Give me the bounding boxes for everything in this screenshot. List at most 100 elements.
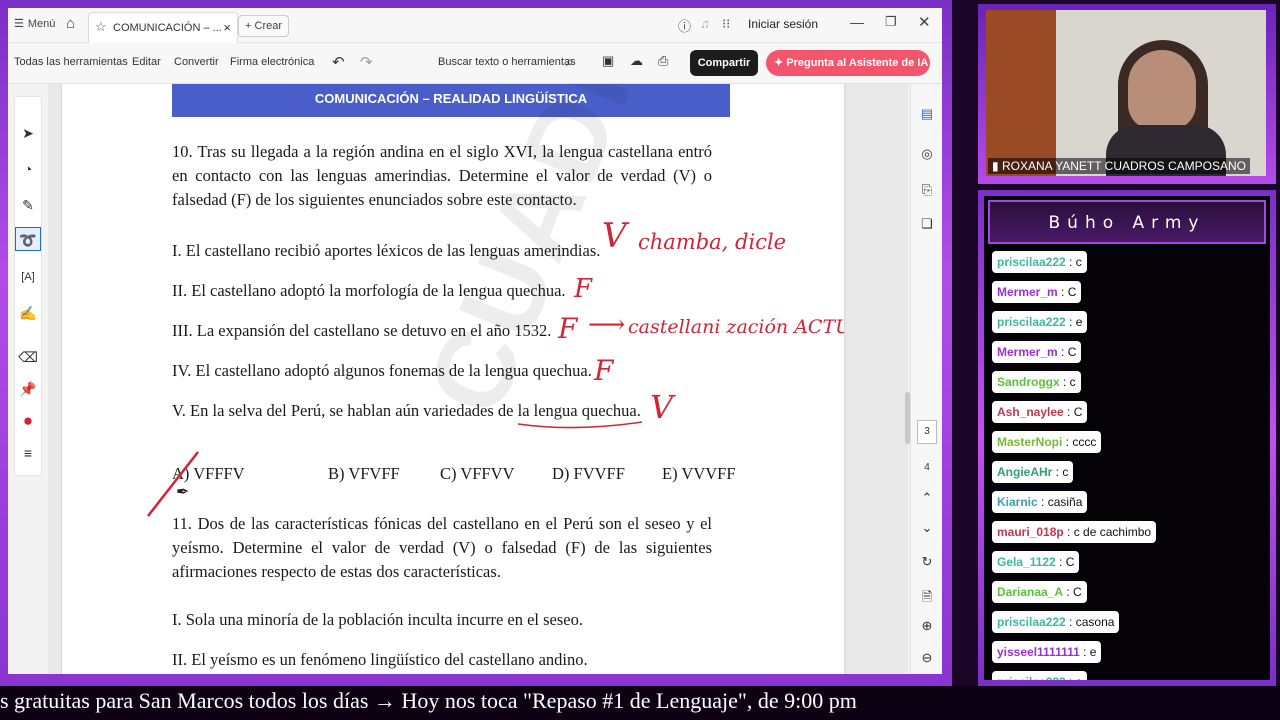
document-tab[interactable]: ☆ COMUNICACIÓN – ... × bbox=[88, 12, 238, 43]
undo-icon[interactable]: ↶ bbox=[332, 53, 345, 71]
convert-link[interactable]: Convertir bbox=[174, 56, 219, 68]
chat-text: : c bbox=[1066, 675, 1082, 680]
option-b: B) VFVFF bbox=[328, 464, 400, 483]
maximize-icon[interactable]: ❐ bbox=[885, 14, 897, 30]
select-cursor-icon[interactable]: ➤ bbox=[15, 121, 41, 145]
pin-icon[interactable]: 📌 bbox=[15, 377, 41, 401]
menu-button[interactable]: ☰ Menú bbox=[14, 17, 55, 31]
q11-statement-1: I. Sola una minoría de la población incu… bbox=[172, 610, 583, 629]
save-icon[interactable]: ▣ bbox=[602, 53, 614, 69]
home-icon[interactable]: ⌂ bbox=[66, 15, 75, 32]
sparkle-icon: ✦ bbox=[774, 57, 784, 69]
chat-message: yisseel1111111 : e bbox=[992, 641, 1102, 663]
chat-username: MasterNopi bbox=[997, 435, 1063, 449]
annotation-mark-1: V bbox=[602, 216, 627, 256]
current-page-box[interactable]: 3 bbox=[917, 420, 937, 444]
document-icon[interactable]: 🗎 bbox=[911, 588, 942, 610]
all-tools-link[interactable]: Todas las herramientas bbox=[14, 56, 128, 68]
bell-icon[interactable]: ♫ bbox=[700, 16, 710, 31]
chat-message: priscilaa222 : e bbox=[992, 311, 1088, 333]
search-field[interactable]: Buscar texto o herramientas bbox=[438, 56, 576, 68]
tools-rail: ➤ ◔ ✎ ➰ [A] ✍ ⌫ 📌 ● ≡ bbox=[14, 96, 42, 476]
webcam-frame: ▮ ROXANA YANETT CUADROS CAMPOSANO bbox=[978, 4, 1276, 184]
share-button[interactable]: Compartir bbox=[690, 50, 758, 76]
text-box-icon[interactable]: [A] bbox=[15, 265, 41, 289]
close-tab-icon[interactable]: × bbox=[223, 20, 231, 35]
chat-text: : C bbox=[1063, 405, 1083, 419]
chat-title: Búho Army bbox=[988, 200, 1266, 244]
chat-username: Mermer_m bbox=[997, 285, 1058, 299]
annotation-mark-2: F bbox=[574, 274, 593, 304]
search-icon[interactable]: ⌕ bbox=[566, 53, 574, 70]
chat-text: : C bbox=[1055, 555, 1075, 569]
close-window-icon[interactable]: ✕ bbox=[918, 13, 931, 31]
chat-username: yisseel1111111 bbox=[997, 645, 1080, 659]
statement-4: IV. El castellano adoptó algunos fonemas… bbox=[172, 361, 592, 380]
chat-username: Sandroggx bbox=[997, 375, 1060, 389]
pages-panel-icon[interactable]: ❏ bbox=[911, 216, 942, 232]
next-page-number[interactable]: 4 bbox=[911, 462, 942, 473]
fill-sign-icon[interactable]: ✍ bbox=[15, 301, 41, 325]
chat-username: mauri_018p bbox=[997, 525, 1064, 539]
create-button[interactable]: + Crear bbox=[238, 15, 290, 37]
comment-icon[interactable]: ◔ bbox=[15, 157, 41, 181]
lasso-icon[interactable]: ➰ bbox=[15, 227, 41, 251]
checkmark-stroke-annotation bbox=[147, 451, 199, 517]
ai-panel-icon[interactable]: ▤ bbox=[911, 106, 942, 122]
eraser-icon[interactable]: ⌫ bbox=[15, 345, 41, 369]
chat-message: priscilaa222 : c bbox=[992, 671, 1087, 680]
print-icon[interactable]: ⎙ bbox=[658, 53, 668, 69]
statement-3: III. La expansión del castellano se detu… bbox=[172, 321, 552, 340]
question-10: 10. Tras su llegada a la región andina e… bbox=[172, 142, 712, 209]
title-bar: ☰ Menú ⌂ ☆ COMUNICACIÓN – ... × + Crear … bbox=[8, 8, 942, 43]
option-d: D) FVVFF bbox=[552, 464, 625, 483]
chat-username: Mermer_m bbox=[997, 345, 1058, 359]
main-toolbar: Todas las herramientas Editar Convertir … bbox=[8, 43, 942, 84]
pdf-page: COMUNICACIÓN – REALIDAD LINGÜÍSTICA CUAD… bbox=[62, 84, 844, 674]
chat-message: mauri_018p : c de cachimbo bbox=[992, 521, 1157, 543]
pen-cursor-icon: ✒ bbox=[176, 484, 190, 501]
arrow-icon: ⟶ bbox=[588, 310, 626, 340]
e-sign-link[interactable]: Firma electrónica bbox=[230, 56, 314, 68]
color-dot-icon[interactable]: ● bbox=[15, 409, 41, 433]
chat-username: Ash_naylee bbox=[997, 405, 1064, 419]
chat-message: AngieAHr : c bbox=[992, 461, 1074, 483]
annotation-mark-5: V bbox=[650, 388, 674, 426]
chat-username: Gela_1122 bbox=[997, 555, 1056, 569]
zoom-out-icon[interactable]: ⊖ bbox=[911, 650, 942, 666]
upload-icon[interactable]: ☁ bbox=[630, 53, 643, 69]
apps-grid-icon[interactable]: ⁝⁝ bbox=[722, 16, 730, 32]
hamburger-icon: ☰ bbox=[14, 18, 24, 30]
pen-icon[interactable]: ✎ bbox=[15, 193, 41, 217]
chat-panel: Búho Army priscilaa222 : c Mermer_m : C pr… bbox=[984, 196, 1270, 680]
more-menu-icon[interactable]: ≡ bbox=[15, 441, 41, 465]
minimize-icon[interactable]: — bbox=[850, 14, 864, 30]
chat-username: Darianaa_A bbox=[997, 585, 1064, 599]
refresh-icon[interactable]: ↻ bbox=[911, 554, 942, 570]
chat-text: : C bbox=[1057, 285, 1077, 299]
comments-panel-icon[interactable]: ◎ bbox=[911, 146, 942, 162]
zoom-in-icon[interactable]: ⊕ bbox=[911, 618, 942, 634]
option-e: E) VVVFF bbox=[662, 464, 736, 483]
document-area: COMUNICACIÓN – REALIDAD LINGÜÍSTICA CUAD… bbox=[48, 84, 908, 674]
redo-icon[interactable]: ↷ bbox=[360, 53, 373, 71]
chat-username: priscilaa222 bbox=[997, 615, 1066, 629]
edit-link[interactable]: Editar bbox=[132, 56, 161, 68]
signal-bars-icon: ▮ bbox=[992, 159, 999, 173]
chat-username: priscilaa222 bbox=[997, 255, 1066, 269]
bookmark-icon[interactable]: ⎘ bbox=[911, 182, 942, 198]
chat-text: : c bbox=[1065, 255, 1082, 269]
signin-link[interactable]: Iniciar sesión bbox=[748, 17, 818, 31]
chat-username: priscilaa222 bbox=[997, 675, 1066, 680]
statement-2: II. El castellano adoptó la morfología d… bbox=[172, 281, 566, 300]
star-icon[interactable]: ☆ bbox=[95, 19, 107, 35]
page-up-icon[interactable]: ⌃ bbox=[911, 490, 942, 506]
page-down-icon[interactable]: ⌄ bbox=[911, 520, 942, 536]
underline-annotation bbox=[517, 421, 643, 429]
chat-text: : C bbox=[1057, 345, 1077, 359]
chat-text: : cccc bbox=[1062, 435, 1097, 449]
help-icon[interactable]: ⓘ bbox=[678, 16, 691, 35]
screen-frame: ☰ Menú ⌂ ☆ COMUNICACIÓN – ... × + Crear … bbox=[0, 0, 952, 686]
annotation-note-1: chamba, dicle bbox=[638, 230, 787, 254]
ai-assistant-button[interactable]: ✦ Pregunta al Asistente de IA bbox=[766, 50, 930, 76]
